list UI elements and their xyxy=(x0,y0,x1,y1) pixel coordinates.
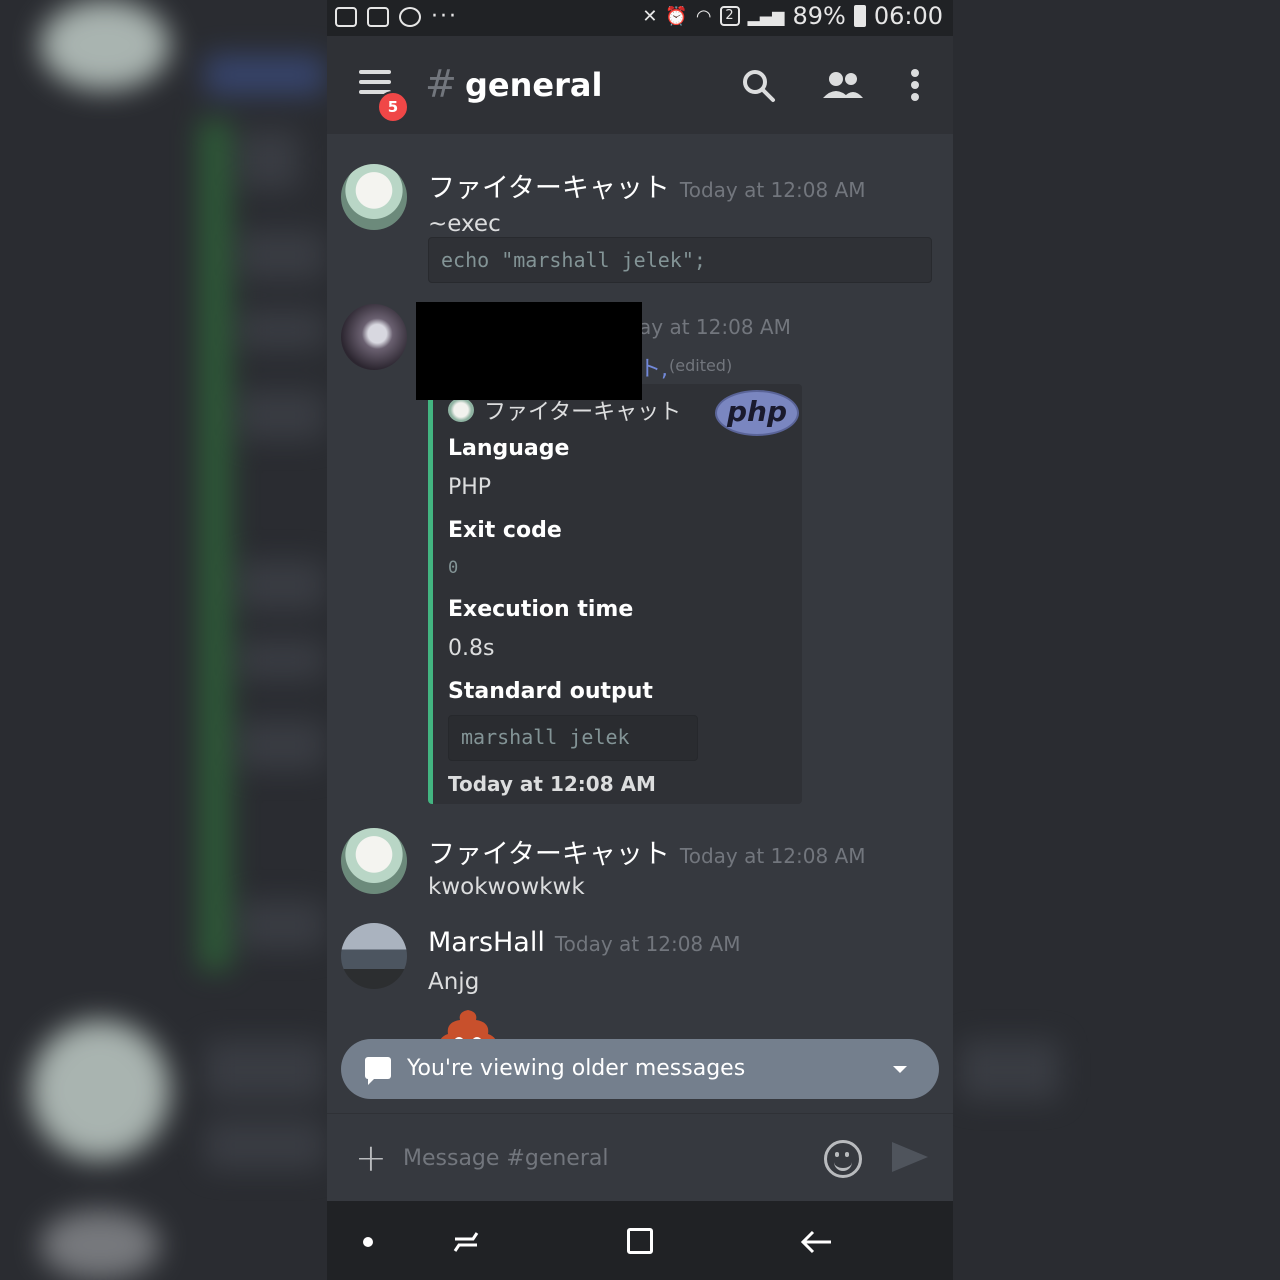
message-input[interactable]: Message #general xyxy=(403,1146,608,1171)
back-icon[interactable] xyxy=(801,1228,833,1256)
home-icon[interactable] xyxy=(627,1228,653,1254)
blurred-block xyxy=(205,1120,325,1170)
channel-name[interactable]: general xyxy=(465,66,602,104)
message-header: ファイターキャット Today at 12:08 AM xyxy=(428,832,866,871)
message-composer: + Message #general xyxy=(327,1113,953,1202)
chat-bubble-icon xyxy=(365,1057,391,1085)
field-name-exit-code: Exit code xyxy=(448,518,562,543)
blurred-block xyxy=(240,230,325,280)
blurred-block xyxy=(205,55,325,95)
mute-icon: ✕ xyxy=(642,5,658,27)
send-icon[interactable] xyxy=(892,1142,928,1172)
blurred-avatar xyxy=(40,0,170,90)
message-text: Anjg xyxy=(428,969,480,995)
field-value-language: PHP xyxy=(448,475,492,500)
embed-author-avatar xyxy=(448,398,474,422)
timestamp: Today at 12:08 AM xyxy=(554,932,741,956)
author-name[interactable]: ファイターキャット xyxy=(428,173,670,204)
timestamp: Today at 12:08 AM xyxy=(679,178,866,202)
code-block: echo "marshall jelek"; xyxy=(428,237,932,283)
battery-icon xyxy=(853,5,866,27)
avatar[interactable] xyxy=(341,828,407,894)
notification-icons: ··· xyxy=(335,4,458,29)
field-value-standard-output: marshall jelek xyxy=(448,715,698,761)
blurred-block xyxy=(240,390,325,440)
blurred-avatar xyxy=(30,1020,170,1160)
avatar[interactable] xyxy=(341,923,407,989)
field-name-standard-output: Standard output xyxy=(448,679,653,704)
edited-label: (edited) xyxy=(669,356,733,375)
system-icons: ✕ ⏰ ◠ 2 ▂▄▆ 89% 06:00 xyxy=(642,2,943,30)
search-icon[interactable] xyxy=(739,66,779,106)
blurred-block xyxy=(240,560,325,610)
alarm-icon: ⏰ xyxy=(665,5,688,27)
navigation-bar xyxy=(327,1201,953,1280)
add-attachment-icon[interactable]: + xyxy=(355,1136,387,1180)
jump-to-present-bar[interactable]: You're viewing older messages xyxy=(341,1039,939,1099)
chevron-down-icon[interactable] xyxy=(893,1066,907,1073)
timestamp: Today at 12:08 AM xyxy=(679,844,866,868)
message-header: ファイターキャット Today at 12:08 AM xyxy=(428,166,866,205)
message-header: MarsHall Today at 12:08 AM xyxy=(428,927,740,958)
telegram-icon xyxy=(399,6,421,27)
embed-footer-timestamp: Today at 12:08 AM xyxy=(448,772,656,796)
youtube-icon xyxy=(367,6,389,27)
signal-icon: ▂▄▆ xyxy=(747,6,785,26)
avatar[interactable] xyxy=(341,164,407,230)
mention-fragment[interactable]: ト, xyxy=(639,351,668,383)
gallery-icon xyxy=(335,6,357,27)
code-result-embed: ファイターキャット php Language PHP Exit code 0 E… xyxy=(428,384,802,804)
assistant-dot-icon[interactable] xyxy=(363,1237,373,1247)
author-name[interactable]: ファイターキャット xyxy=(428,839,670,870)
members-icon[interactable] xyxy=(821,66,865,106)
avatar[interactable] xyxy=(341,304,407,370)
channel-header: 5 # general xyxy=(327,36,953,134)
blurred-embed-bar xyxy=(200,120,230,970)
recent-apps-icon[interactable] xyxy=(453,1229,479,1255)
timestamp-fragment: ay at 12:08 AM xyxy=(639,315,791,339)
sim-indicator: 2 xyxy=(719,6,740,26)
overflow-menu-icon[interactable] xyxy=(901,66,929,106)
blurred-avatar xyxy=(40,1210,160,1280)
blurred-block xyxy=(240,310,325,350)
message-text: ~exec xyxy=(428,211,501,237)
message-text: kwokwowkwk xyxy=(428,874,585,900)
more-notifications-icon: ··· xyxy=(431,4,458,29)
channel-hash-icon: # xyxy=(425,62,457,106)
clock: 06:00 xyxy=(873,2,943,30)
blurred-block xyxy=(240,640,325,680)
field-value-exit-code: 0 xyxy=(448,558,459,578)
wifi-icon: ◠ xyxy=(695,5,712,27)
author-name[interactable]: MarsHall xyxy=(428,927,545,958)
blurred-block xyxy=(240,900,325,950)
emoji-picker-icon[interactable] xyxy=(824,1140,862,1178)
status-bar: ··· ✕ ⏰ ◠ 2 ▂▄▆ 89% 06:00 xyxy=(327,0,953,36)
redacted-area xyxy=(416,302,642,400)
battery-percent: 89% xyxy=(792,2,846,30)
field-name-execution-time: Execution time xyxy=(448,597,634,622)
blurred-block xyxy=(205,1040,325,1100)
blurred-block xyxy=(240,130,300,190)
poop-emoji-icon xyxy=(440,1010,496,1039)
phone-screen: ··· ✕ ⏰ ◠ 2 ▂▄▆ 89% 06:00 5 # general ファ… xyxy=(327,0,953,1280)
field-value-execution-time: 0.8s xyxy=(448,636,495,661)
blurred-block xyxy=(240,720,325,770)
field-name-language: Language xyxy=(448,436,570,461)
unread-badge: 5 xyxy=(377,91,409,123)
blurred-block xyxy=(960,1040,1060,1100)
older-messages-text: You're viewing older messages xyxy=(407,1056,746,1081)
php-logo-thumbnail: php xyxy=(715,390,799,436)
